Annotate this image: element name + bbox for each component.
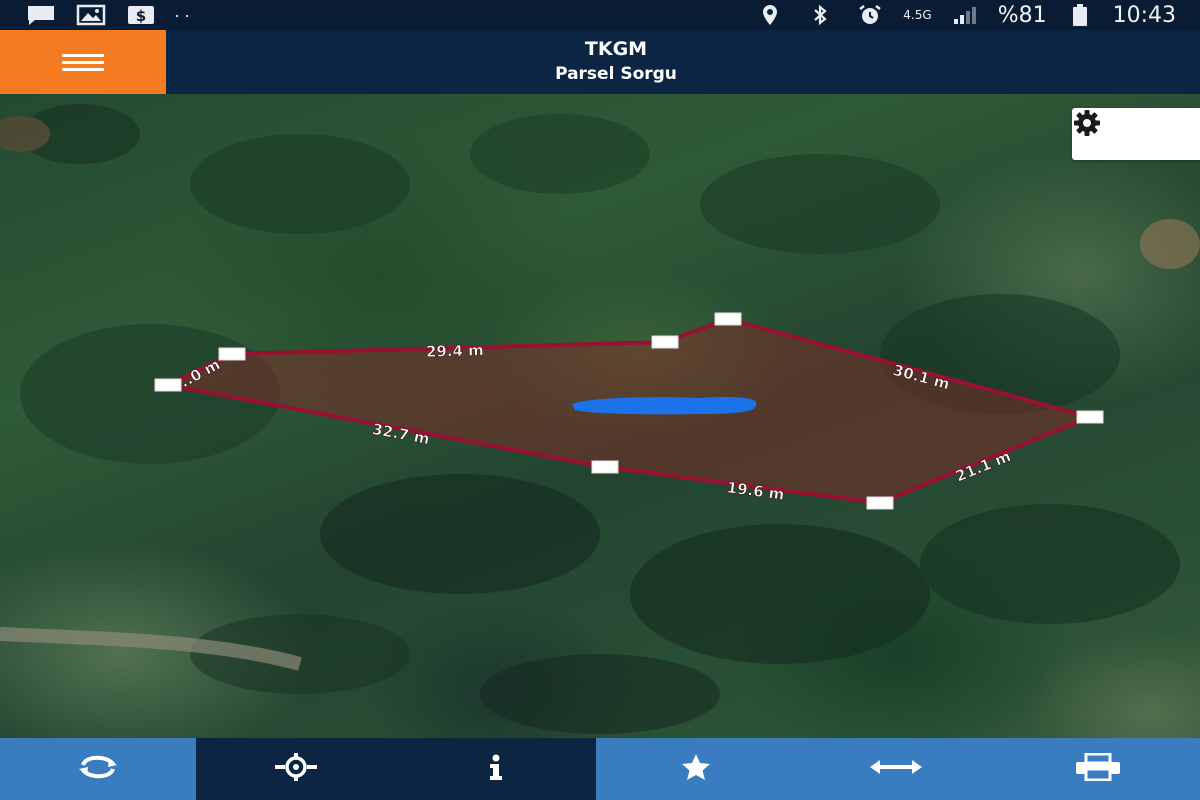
vertex-handle[interactable] — [866, 496, 894, 510]
vertex-handle[interactable] — [218, 347, 246, 361]
clock: 10:43 — [1112, 2, 1176, 28]
notification-overflow: ·· — [174, 4, 194, 25]
alarm-icon — [853, 4, 887, 26]
svg-text:$: $ — [136, 7, 146, 25]
edge-label-top: 29.4 m — [426, 341, 484, 361]
refresh-icon — [73, 755, 123, 784]
vertex-handle[interactable] — [591, 460, 619, 474]
message-icon — [24, 4, 58, 26]
bottom-toolbar — [0, 738, 1200, 800]
bluetooth-icon — [803, 4, 837, 26]
location-pin-icon — [753, 4, 787, 26]
settings-button[interactable] — [1072, 108, 1200, 160]
vertex-handle[interactable] — [154, 378, 182, 392]
info-button[interactable] — [396, 738, 596, 800]
status-bar: $ ·· 4.5G %81 10:43 — [0, 0, 1200, 30]
star-icon — [681, 753, 711, 786]
status-bar-right: 4.5G %81 10:43 — [753, 3, 1176, 28]
measure-icon — [868, 757, 924, 782]
measure-button[interactable] — [796, 738, 996, 800]
app-title: TKGM — [584, 38, 648, 60]
satellite-map[interactable]: 29.4 m 30.1 m 21.1 m 19.6 m 32.7 m ...0 … — [0, 94, 1200, 738]
image-icon — [74, 4, 108, 26]
print-icon — [1072, 752, 1124, 786]
signal-icon — [948, 4, 982, 26]
money-icon: $ — [124, 4, 158, 26]
map-overlay: 29.4 m 30.1 m 21.1 m 19.6 m 32.7 m ...0 … — [0, 104, 1200, 734]
status-bar-left: $ ·· — [24, 4, 194, 26]
network-type: 4.5G — [903, 8, 932, 22]
vertex-handle[interactable] — [714, 312, 742, 326]
print-button[interactable] — [996, 738, 1200, 800]
vertex-handle[interactable] — [1076, 410, 1104, 424]
battery-percent: %81 — [997, 2, 1047, 28]
menu-button[interactable] — [0, 30, 166, 94]
header-titles: TKGM Parsel Sorgu — [416, 36, 816, 86]
info-icon — [484, 754, 508, 785]
locate-icon — [271, 752, 321, 786]
favorite-button[interactable] — [596, 738, 796, 800]
hamburger-icon — [62, 53, 104, 71]
app-header: TKGM Parsel Sorgu — [0, 30, 1200, 94]
battery-icon — [1063, 4, 1097, 26]
app-subtitle: Parsel Sorgu — [555, 64, 677, 84]
refresh-button[interactable] — [0, 738, 196, 800]
locate-button[interactable] — [196, 738, 396, 800]
vertex-handle[interactable] — [651, 335, 679, 349]
location-marker — [572, 397, 757, 415]
